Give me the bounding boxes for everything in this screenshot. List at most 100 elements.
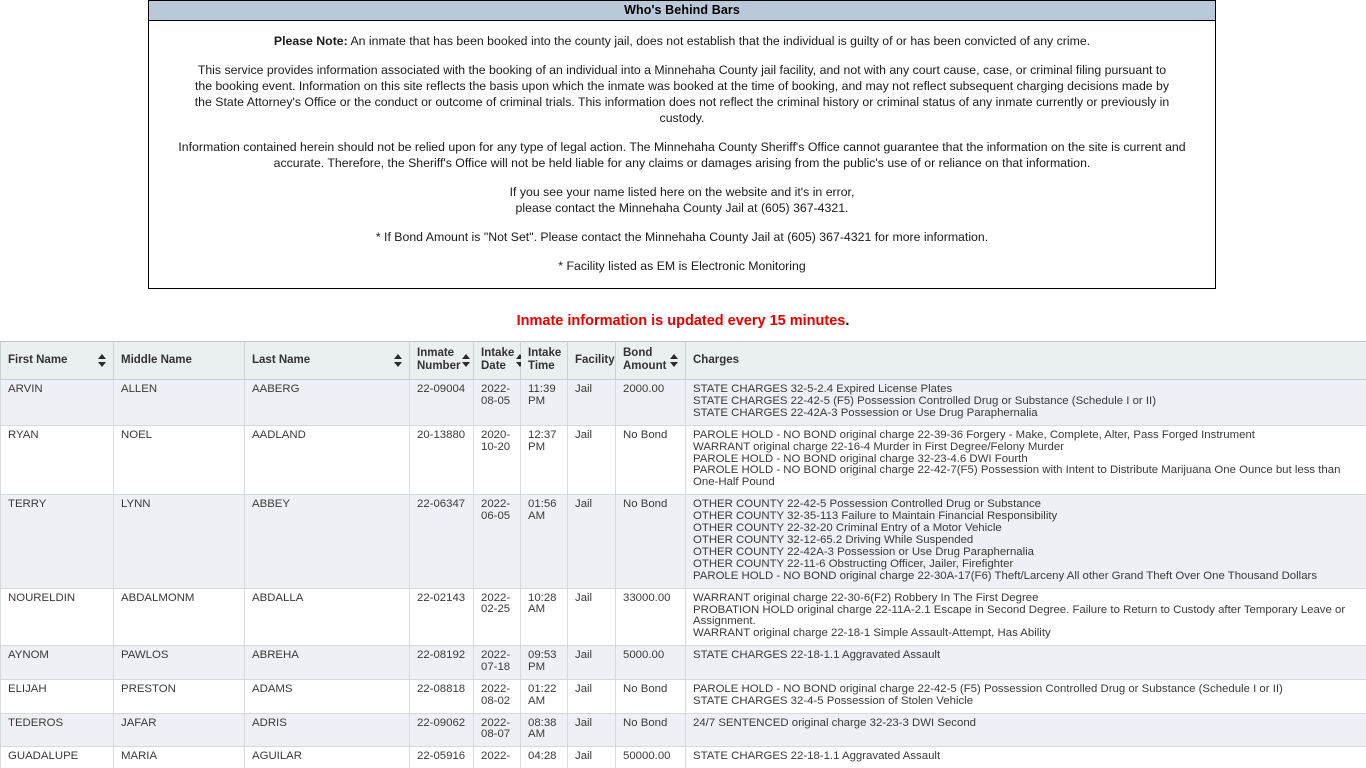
cell-first-name: ELIJAH xyxy=(0,678,114,714)
cell-bond-amount: No Bond xyxy=(615,712,686,748)
table-header-row: First Name Middle Name Last Name Inmate … xyxy=(0,341,1366,380)
column-header-inmate-number[interactable]: Inmate Number xyxy=(409,341,474,380)
cell-last-name: AGUILAR xyxy=(244,746,410,768)
column-header-bond-amount[interactable]: Bond Amount xyxy=(615,341,686,380)
cell-facility: Jail xyxy=(567,587,616,647)
column-header-facility[interactable]: Facility xyxy=(567,341,625,380)
cell-first-name: RYAN xyxy=(0,424,114,496)
charge-line: PROBATION HOLD original charge 22-11A-2.… xyxy=(693,603,1346,628)
cell-charges: STATE CHARGES 32-5-2.4 Expired License P… xyxy=(685,379,1366,426)
charge-line: STATE CHARGES 22-18-1.1 Aggravated Assau… xyxy=(693,750,941,763)
cell-first-name: ARVIN xyxy=(0,379,114,426)
cell-charges: STATE CHARGES 22-18-1.1 Aggravated Assau… xyxy=(685,746,1366,768)
charge-line: STATE CHARGES 22-18-1.1 Aggravated Assau… xyxy=(693,649,941,662)
cell-intake-time: 11:39 PM xyxy=(520,379,568,426)
column-label-bond-amount: Bond Amount xyxy=(623,347,667,372)
cell-facility: Jail xyxy=(567,645,616,680)
column-header-first-name[interactable]: First Name xyxy=(0,341,114,380)
charge-line: STATE CHARGES 22-42A-3 Possession or Use… xyxy=(693,406,1038,419)
column-label-facility: Facility xyxy=(575,353,615,366)
table-row: ARVIN ALLEN AABERG 22-09004 2022-08-05 11:39 … xyxy=(0,379,1366,426)
service-paragraph: This service provides information associ… xyxy=(194,63,1170,125)
table-row: GUADALUPE MARIA AGUILAR 22-05916 2022- 04:28 J… xyxy=(0,746,1366,768)
charge-line: WARRANT original charge 22-18-1 Simple A… xyxy=(693,627,1051,640)
column-header-intake-date[interactable]: Intake Date xyxy=(473,341,525,380)
cell-last-name: AABERG xyxy=(244,379,410,426)
table-row: AYNOM PAWLOS ABREHA 22-08192 2022-07-18 09:53… xyxy=(0,645,1366,680)
cell-facility: Jail xyxy=(567,424,616,496)
cell-facility: Jail xyxy=(567,712,616,748)
charge-line: OTHER COUNTY 22-11-6 Obstructing Officer… xyxy=(693,557,1014,570)
cell-middle-name: ALLEN xyxy=(113,379,245,426)
cell-first-name: TEDEROS xyxy=(0,712,114,748)
column-label-first-name: First Name xyxy=(8,353,68,366)
cell-middle-name: NOEL xyxy=(113,424,245,496)
charge-line: WARRANT original charge 22-16-4 Murder i… xyxy=(693,440,1064,453)
cell-middle-name: LYNN xyxy=(113,494,245,589)
cell-last-name: ABDALLA xyxy=(244,587,410,647)
error-contact-line1: If you see your name listed here on the … xyxy=(509,185,855,199)
cell-intake-date: 2022-06-05 xyxy=(473,494,521,589)
cell-charges: 24/7 SENTENCED original charge 32-23-3 D… xyxy=(685,712,1366,748)
charge-line: PAROLE HOLD - NO BOND original charge 22… xyxy=(693,428,1255,441)
cell-intake-date: 2022-02-25 xyxy=(473,587,521,647)
bond-note: * If Bond Amount is "Not Set". Please co… xyxy=(375,230,989,244)
cell-intake-time: 04:28 xyxy=(520,746,568,768)
cell-intake-date: 2022-08-02 xyxy=(473,678,521,714)
sort-arrows-icon[interactable] xyxy=(670,353,679,367)
table-row: TEDEROS JAFAR ADRIS 22-09062 2022-08-07 08:38… xyxy=(0,712,1366,748)
cell-first-name: TERRY xyxy=(0,494,114,589)
column-label-last-name: Last Name xyxy=(252,353,311,366)
table-row: ELIJAH PRESTON ADAMS 22-08818 2022-08-02 01:2… xyxy=(0,678,1366,714)
update-frequency-period: . xyxy=(845,313,850,329)
cell-intake-time: 09:53 PM xyxy=(520,645,568,680)
cell-inmate-number: 22-08192 xyxy=(409,645,474,680)
cell-intake-date: 2022-07-18 xyxy=(473,645,521,680)
cell-first-name: GUADALUPE xyxy=(0,746,114,768)
update-frequency-banner: Inmate information is updated every 15 m… xyxy=(0,313,1366,329)
cell-intake-time: 12:37 PM xyxy=(520,424,568,496)
inmate-table-head: First Name Middle Name Last Name Inmate … xyxy=(0,341,1366,380)
cell-bond-amount: No Bond xyxy=(615,424,686,496)
cell-intake-time: 10:28 AM xyxy=(520,587,568,647)
cell-middle-name: MARIA xyxy=(113,746,245,768)
column-label-charges: Charges xyxy=(693,353,740,366)
table-row: TERRY LYNN ABBEY 22-06347 2022-06-05 01:56 AM… xyxy=(0,494,1366,589)
cell-intake-date: 2020-10-20 xyxy=(473,424,521,496)
sort-arrows-icon[interactable] xyxy=(394,353,403,367)
column-header-middle-name[interactable]: Middle Name xyxy=(113,341,245,380)
please-note-text: An inmate that has been booked into the … xyxy=(347,34,1091,48)
column-header-last-name[interactable]: Last Name xyxy=(244,341,410,380)
sort-arrows-icon[interactable] xyxy=(462,353,471,367)
cell-bond-amount: 2000.00 xyxy=(615,379,686,426)
charge-line: WARRANT original charge 22-30-6(F2) Robb… xyxy=(693,591,1039,604)
cell-intake-time: 08:38 AM xyxy=(520,712,568,748)
cell-charges: OTHER COUNTY 22-42-5 Possession Controll… xyxy=(685,494,1366,589)
cell-middle-name: PRESTON xyxy=(113,678,245,714)
inmate-table-container: First Name Middle Name Last Name Inmate … xyxy=(0,341,1366,768)
sort-arrows-icon[interactable] xyxy=(98,353,107,367)
em-note: * Facility listed as EM is Electronic Mo… xyxy=(558,259,806,273)
column-label-inmate-number: Inmate Number xyxy=(417,347,461,372)
charge-line: PAROLE HOLD - NO BOND original charge 22… xyxy=(693,682,1283,695)
cell-intake-date: 2022-08-07 xyxy=(473,712,521,748)
cell-intake-date: 2022- xyxy=(473,746,521,768)
cell-intake-time: 01:56 AM xyxy=(520,494,568,589)
cell-first-name: NOURELDIN xyxy=(0,587,114,647)
cell-last-name: AADLAND xyxy=(244,424,410,496)
cell-charges: WARRANT original charge 22-30-6(F2) Robb… xyxy=(685,587,1366,647)
table-row: NOURELDIN ABDALMONM ABDALLA 22-02143 2022-02… xyxy=(0,587,1366,647)
cell-intake-date: 2022-08-05 xyxy=(473,379,521,426)
cell-intake-time: 01:22 AM xyxy=(520,678,568,714)
cell-charges: PAROLE HOLD - NO BOND original charge 22… xyxy=(685,424,1366,496)
cell-last-name: ADRIS xyxy=(244,712,410,748)
please-note-label: Please Note: xyxy=(273,34,348,48)
error-contact-paragraph: If you see your name listed here on the … xyxy=(167,184,1197,216)
column-header-intake-time[interactable]: Intake Time xyxy=(520,341,568,380)
page-title: Who's Behind Bars xyxy=(149,0,1215,21)
cell-last-name: ABBEY xyxy=(244,494,410,589)
column-label-middle-name: Middle Name xyxy=(121,353,192,366)
cell-last-name: ADAMS xyxy=(244,678,410,714)
cell-inmate-number: 22-02143 xyxy=(409,587,474,647)
update-frequency-text: Inmate information is updated every 15 m… xyxy=(516,313,846,329)
